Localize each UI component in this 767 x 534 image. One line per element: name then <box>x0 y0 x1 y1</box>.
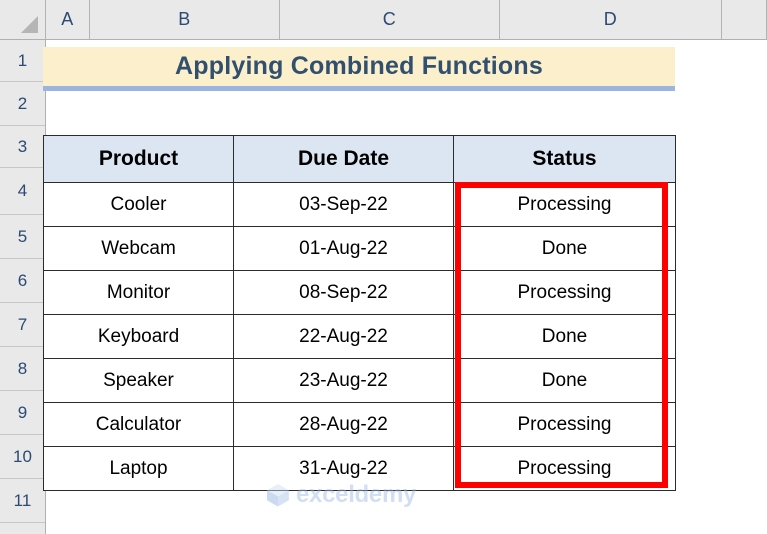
row-header-9[interactable]: 9 <box>0 391 45 435</box>
product-cell[interactable]: Laptop <box>43 446 234 491</box>
row-header-11[interactable]: 11 <box>0 479 45 523</box>
column-header-due-date: Due Date <box>233 135 454 183</box>
data-table: Product Due Date Status Cooler 03-Sep-22 P… <box>43 135 676 491</box>
table-row: Speaker 23-Aug-22 Done <box>43 358 676 403</box>
column-header-c[interactable]: C <box>280 0 500 39</box>
product-cell[interactable]: Keyboard <box>43 314 234 359</box>
status-cell[interactable]: Processing <box>453 182 676 227</box>
table-row: Cooler 03-Sep-22 Processing <box>43 182 676 227</box>
row-header-strip: 1 2 3 4 5 6 7 8 9 10 11 <box>0 40 46 534</box>
due-date-cell[interactable]: 23-Aug-22 <box>233 358 454 403</box>
row-header-4[interactable]: 4 <box>0 168 45 215</box>
due-date-cell[interactable]: 22-Aug-22 <box>233 314 454 359</box>
table-header-row: Product Due Date Status <box>43 135 676 183</box>
due-date-cell[interactable]: 03-Sep-22 <box>233 182 454 227</box>
status-cell[interactable]: Processing <box>453 402 676 447</box>
due-date-cell[interactable]: 31-Aug-22 <box>233 446 454 491</box>
product-cell[interactable]: Cooler <box>43 182 234 227</box>
table-row: Keyboard 22-Aug-22 Done <box>43 314 676 359</box>
status-cell[interactable]: Processing <box>453 446 676 491</box>
status-cell[interactable]: Processing <box>453 270 676 315</box>
status-cell[interactable]: Done <box>453 226 676 271</box>
product-cell[interactable]: Speaker <box>43 358 234 403</box>
page-title: Applying Combined Functions <box>175 52 543 80</box>
row-header-7[interactable]: 7 <box>0 303 45 347</box>
due-date-cell[interactable]: 01-Aug-22 <box>233 226 454 271</box>
row-header-5[interactable]: 5 <box>0 215 45 259</box>
column-header-e-partial[interactable] <box>722 0 767 39</box>
column-header-strip: A B C D <box>0 0 767 40</box>
row-header-10[interactable]: 10 <box>0 435 45 479</box>
table-row: Monitor 08-Sep-22 Processing <box>43 270 676 315</box>
column-header-b[interactable]: B <box>90 0 280 39</box>
product-cell[interactable]: Webcam <box>43 226 234 271</box>
column-header-product: Product <box>43 135 234 183</box>
select-all-corner[interactable] <box>0 0 46 39</box>
due-date-cell[interactable]: 08-Sep-22 <box>233 270 454 315</box>
table-row: Laptop 31-Aug-22 Processing <box>43 446 676 491</box>
row-header-6[interactable]: 6 <box>0 259 45 303</box>
select-all-triangle-icon <box>21 16 38 33</box>
table-row: Calculator 28-Aug-22 Processing <box>43 402 676 447</box>
status-cell[interactable]: Done <box>453 358 676 403</box>
status-cell[interactable]: Done <box>453 314 676 359</box>
product-cell[interactable]: Monitor <box>43 270 234 315</box>
column-header-status: Status <box>453 135 676 183</box>
row-header-8[interactable]: 8 <box>0 347 45 391</box>
row-header-3[interactable]: 3 <box>0 126 45 168</box>
product-cell[interactable]: Calculator <box>43 402 234 447</box>
column-header-a[interactable]: A <box>46 0 90 39</box>
column-header-d[interactable]: D <box>500 0 722 39</box>
table-row: Webcam 01-Aug-22 Done <box>43 226 676 271</box>
row-header-1[interactable]: 1 <box>0 40 45 82</box>
title-banner: Applying Combined Functions <box>43 47 675 91</box>
spreadsheet-canvas: A B C D 1 2 3 4 5 6 7 8 9 10 11 Applying Combined … <box>0 0 767 534</box>
row-header-2[interactable]: 2 <box>0 82 45 126</box>
due-date-cell[interactable]: 28-Aug-22 <box>233 402 454 447</box>
